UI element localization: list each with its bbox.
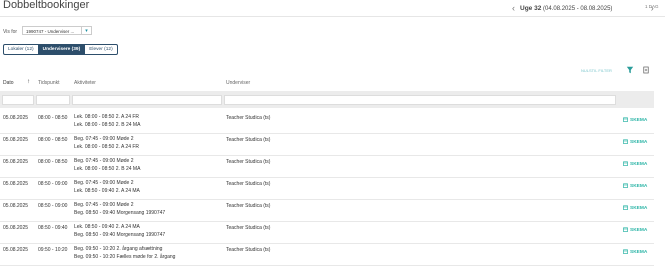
- filter-row: [0, 91, 654, 108]
- tab-undervisere[interactable]: Undervisere (39): [37, 44, 86, 55]
- category-tabs: Lokaler (12) Undervisere (39) Elever (12…: [3, 44, 118, 55]
- sort-up-icon[interactable]: ↑: [27, 79, 30, 85]
- activity-line: Beg. 09:50 - 10:20 Fælles møde for 2. år…: [74, 253, 176, 260]
- row-teacher: Teacher Studica (ts): [226, 225, 271, 231]
- activity-line: Beg. 07:45 - 09:00 Møde 2: [74, 202, 134, 208]
- row-time: 08:00 - 08:50: [38, 115, 68, 121]
- chevron-left-icon[interactable]: ‹: [512, 3, 515, 13]
- aktiviteter-filter-input[interactable]: [72, 95, 222, 105]
- activity-line: Beg. 07:45 - 09:00 Møde 2: [74, 136, 134, 142]
- row-activities: Beg. 07:45 - 09:00 Møde 2 Lek. 08:50 - 09…: [74, 180, 140, 195]
- reset-filter-link[interactable]: NULSTIL FILTER: [581, 68, 612, 73]
- calendar-icon: [623, 205, 628, 210]
- row-teacher: Teacher Studica (ts): [226, 247, 271, 253]
- activity-line: Lek. 08:50 - 09:40 2. A 24 MA: [74, 187, 140, 194]
- row-activities: Lek. 08:00 - 08:50 2. A 24 FR Lek. 08:00 …: [74, 114, 140, 129]
- row-teacher: Teacher Studica (ts): [226, 181, 271, 187]
- skema-button[interactable]: SKEMA: [623, 204, 647, 211]
- activity-line: Beg. 08:50 - 09:40 Morgensang 1990747: [74, 209, 166, 216]
- column-header-underviser[interactable]: Underviser: [226, 80, 250, 86]
- row-teacher: Teacher Studica (ts): [226, 137, 271, 143]
- row-date: 05.08.2025: [3, 225, 29, 231]
- calendar-icon: [623, 249, 628, 254]
- row-activities: Beg. 07:45 - 09:00 Møde 2 Lek. 08:00 - 08…: [74, 136, 139, 151]
- row-date: 05.08.2025: [3, 247, 29, 253]
- skema-label: SKEMA: [630, 118, 648, 123]
- vis-for-label: Vis for: [3, 29, 18, 35]
- row-time: 08:00 - 08:50: [38, 137, 68, 143]
- activity-line: Beg. 08:50 - 09:40 Morgensang 1990747: [74, 231, 166, 238]
- skema-label: SKEMA: [630, 184, 648, 189]
- row-time: 09:50 - 10:20: [38, 247, 68, 253]
- row-date: 05.08.2025: [3, 203, 29, 209]
- row-time: 08:00 - 08:50: [38, 159, 68, 165]
- row-activities: Beg. 07:45 - 09:00 Møde 2 Beg. 08:50 - 09…: [74, 202, 165, 217]
- skema-button[interactable]: SKEMA: [623, 160, 647, 167]
- row-time: 08:50 - 09:40: [38, 225, 68, 231]
- activity-line: Beg. 09:50 - 10:20 2. årgang afsættning: [74, 246, 163, 252]
- row-date: 05.08.2025: [3, 181, 29, 187]
- row-teacher: Teacher Studica (ts): [226, 203, 271, 209]
- dato-filter-input[interactable]: [2, 95, 34, 105]
- skema-button[interactable]: SKEMA: [623, 116, 647, 123]
- row-time: 08:50 - 09:00: [38, 181, 68, 187]
- row-activities: Beg. 07:45 - 09:00 Møde 2 Lek. 08:00 - 08…: [74, 158, 140, 173]
- table-row: 05.08.2025 08:00 - 08:50 Lek. 08:00 - 08…: [0, 111, 654, 134]
- week-navigation: ‹ Uge 32 (04.08.2025 - 08.08.2025) ›: [512, 2, 654, 13]
- day-view-toggle[interactable]: 1 DAG: [645, 4, 659, 9]
- column-header-aktiviteter[interactable]: Aktiviteter: [74, 80, 96, 86]
- skema-button[interactable]: SKEMA: [623, 248, 647, 255]
- tidspunkt-filter-input[interactable]: [36, 95, 70, 105]
- teacher-select[interactable]: 1990747 - Underviser ... ▾: [22, 26, 92, 35]
- table-row: 05.08.2025 08:50 - 09:00 Beg. 07:45 - 09…: [0, 199, 654, 222]
- skema-label: SKEMA: [630, 162, 648, 167]
- activity-line: Lek. 08:00 - 08:50 2. B 24 MA: [74, 121, 141, 128]
- table-row: 05.08.2025 09:50 - 10:20 Beg. 09:50 - 10…: [0, 243, 654, 266]
- row-time: 08:50 - 09:00: [38, 203, 68, 209]
- skema-label: SKEMA: [630, 250, 648, 255]
- row-activities: Lek. 08:50 - 09:40 2. A 24 MA Beg. 08:50 …: [74, 224, 165, 239]
- row-activities: Beg. 09:50 - 10:20 2. årgang afsættning B…: [74, 246, 175, 261]
- table-row: 05.08.2025 08:00 - 08:50 Beg. 07:45 - 09…: [0, 155, 654, 178]
- column-header-dato[interactable]: Dato: [3, 80, 14, 86]
- calendar-icon: [623, 139, 628, 144]
- skema-button[interactable]: SKEMA: [623, 138, 647, 145]
- filter-icon[interactable]: [626, 66, 634, 74]
- table-row: 05.08.2025 08:50 - 09:40 Lek. 08:50 - 09…: [0, 221, 654, 244]
- calendar-icon: [623, 161, 628, 166]
- header-divider: [0, 16, 665, 17]
- skema-label: SKEMA: [630, 206, 648, 211]
- table-row: 05.08.2025 08:00 - 08:50 Beg. 07:45 - 09…: [0, 133, 654, 156]
- page-title: Dobbeltbookinger: [3, 0, 90, 11]
- skema-label: SKEMA: [630, 228, 648, 233]
- calendar-icon: [623, 183, 628, 188]
- chevron-down-icon[interactable]: ▾: [81, 27, 91, 35]
- tab-elever[interactable]: Elever (12): [84, 44, 118, 55]
- activity-line: Lek. 08:50 - 09:40 2. A 24 MA: [74, 224, 140, 230]
- skema-button[interactable]: SKEMA: [623, 226, 647, 233]
- row-teacher: Teacher Studica (ts): [226, 115, 271, 121]
- activity-line: Beg. 07:45 - 09:00 Møde 2: [74, 158, 134, 164]
- activity-line: Lek. 08:00 - 08:50 2. A 24 FR: [74, 143, 140, 150]
- underviser-filter-input[interactable]: [224, 95, 616, 105]
- row-date: 05.08.2025: [3, 137, 29, 143]
- activity-line: Lek. 08:00 - 08:50 2. B 24 MA: [74, 165, 141, 172]
- row-teacher: Teacher Studica (ts): [226, 159, 271, 165]
- row-date: 05.08.2025: [3, 159, 29, 165]
- calendar-icon: [623, 117, 628, 122]
- export-icon[interactable]: [643, 66, 649, 74]
- calendar-icon: [623, 227, 628, 232]
- page-header: Dobbeltbookinger ‹ Uge 32 (04.08.2025 - …: [0, 0, 665, 16]
- teacher-select-value: 1990747 - Underviser ...: [26, 29, 75, 34]
- skema-button[interactable]: SKEMA: [623, 182, 647, 189]
- activity-line: Beg. 07:45 - 09:00 Møde 2: [74, 180, 134, 186]
- tab-lokaler[interactable]: Lokaler (12): [3, 44, 39, 55]
- activity-line: Lek. 08:00 - 08:50 2. A 24 FR: [74, 114, 140, 120]
- table-row: 05.08.2025 08:50 - 09:00 Beg. 07:45 - 09…: [0, 177, 654, 200]
- column-header-tidspunkt[interactable]: Tidspunkt: [38, 80, 60, 86]
- week-range: (04.08.2025 - 08.08.2025): [543, 6, 613, 12]
- row-date: 05.08.2025: [3, 115, 29, 121]
- skema-label: SKEMA: [630, 140, 648, 145]
- week-label: Uge 32: [520, 5, 542, 12]
